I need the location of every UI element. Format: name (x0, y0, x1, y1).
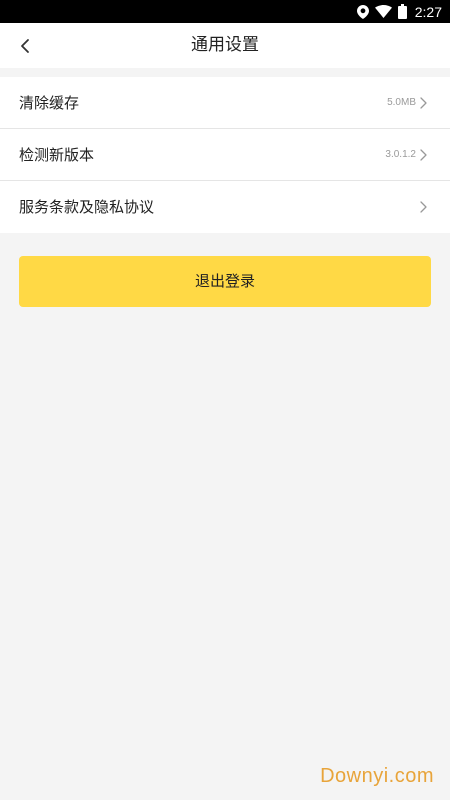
back-button[interactable] (10, 31, 40, 61)
logout-button[interactable]: 退出登录 (19, 256, 431, 307)
battery-icon (397, 4, 407, 19)
settings-item-label: 服务条款及隐私协议 (19, 198, 155, 216)
settings-item-terms-privacy[interactable]: 服务条款及隐私协议 (0, 181, 450, 233)
status-time: 2:27 (414, 3, 442, 20)
chevron-right-icon (420, 201, 427, 213)
settings-item-clear-cache[interactable]: 清除缓存 5.0MB (0, 77, 450, 129)
settings-list: 清除缓存 5.0MB 检测新版本 3.0.1.2 服务条款及隐私协议 (0, 77, 450, 233)
cache-size-value: 5.0MB (387, 97, 416, 108)
settings-item-label: 清除缓存 (19, 94, 80, 112)
watermark: Downyi.com (320, 765, 434, 787)
wifi-icon (374, 5, 392, 18)
version-value: 3.0.1.2 (385, 149, 416, 160)
chevron-right-icon (420, 149, 427, 161)
location-icon (356, 4, 369, 19)
app-header: 通用设置 (0, 23, 450, 68)
chevron-right-icon (420, 97, 427, 109)
settings-item-check-version[interactable]: 检测新版本 3.0.1.2 (0, 129, 450, 181)
status-icons: 2:27 (356, 0, 442, 23)
back-arrow-icon (21, 39, 29, 53)
settings-item-label: 检测新版本 (19, 146, 95, 164)
status-bar: 2:27 (0, 0, 450, 23)
page-title: 通用设置 (191, 35, 259, 55)
